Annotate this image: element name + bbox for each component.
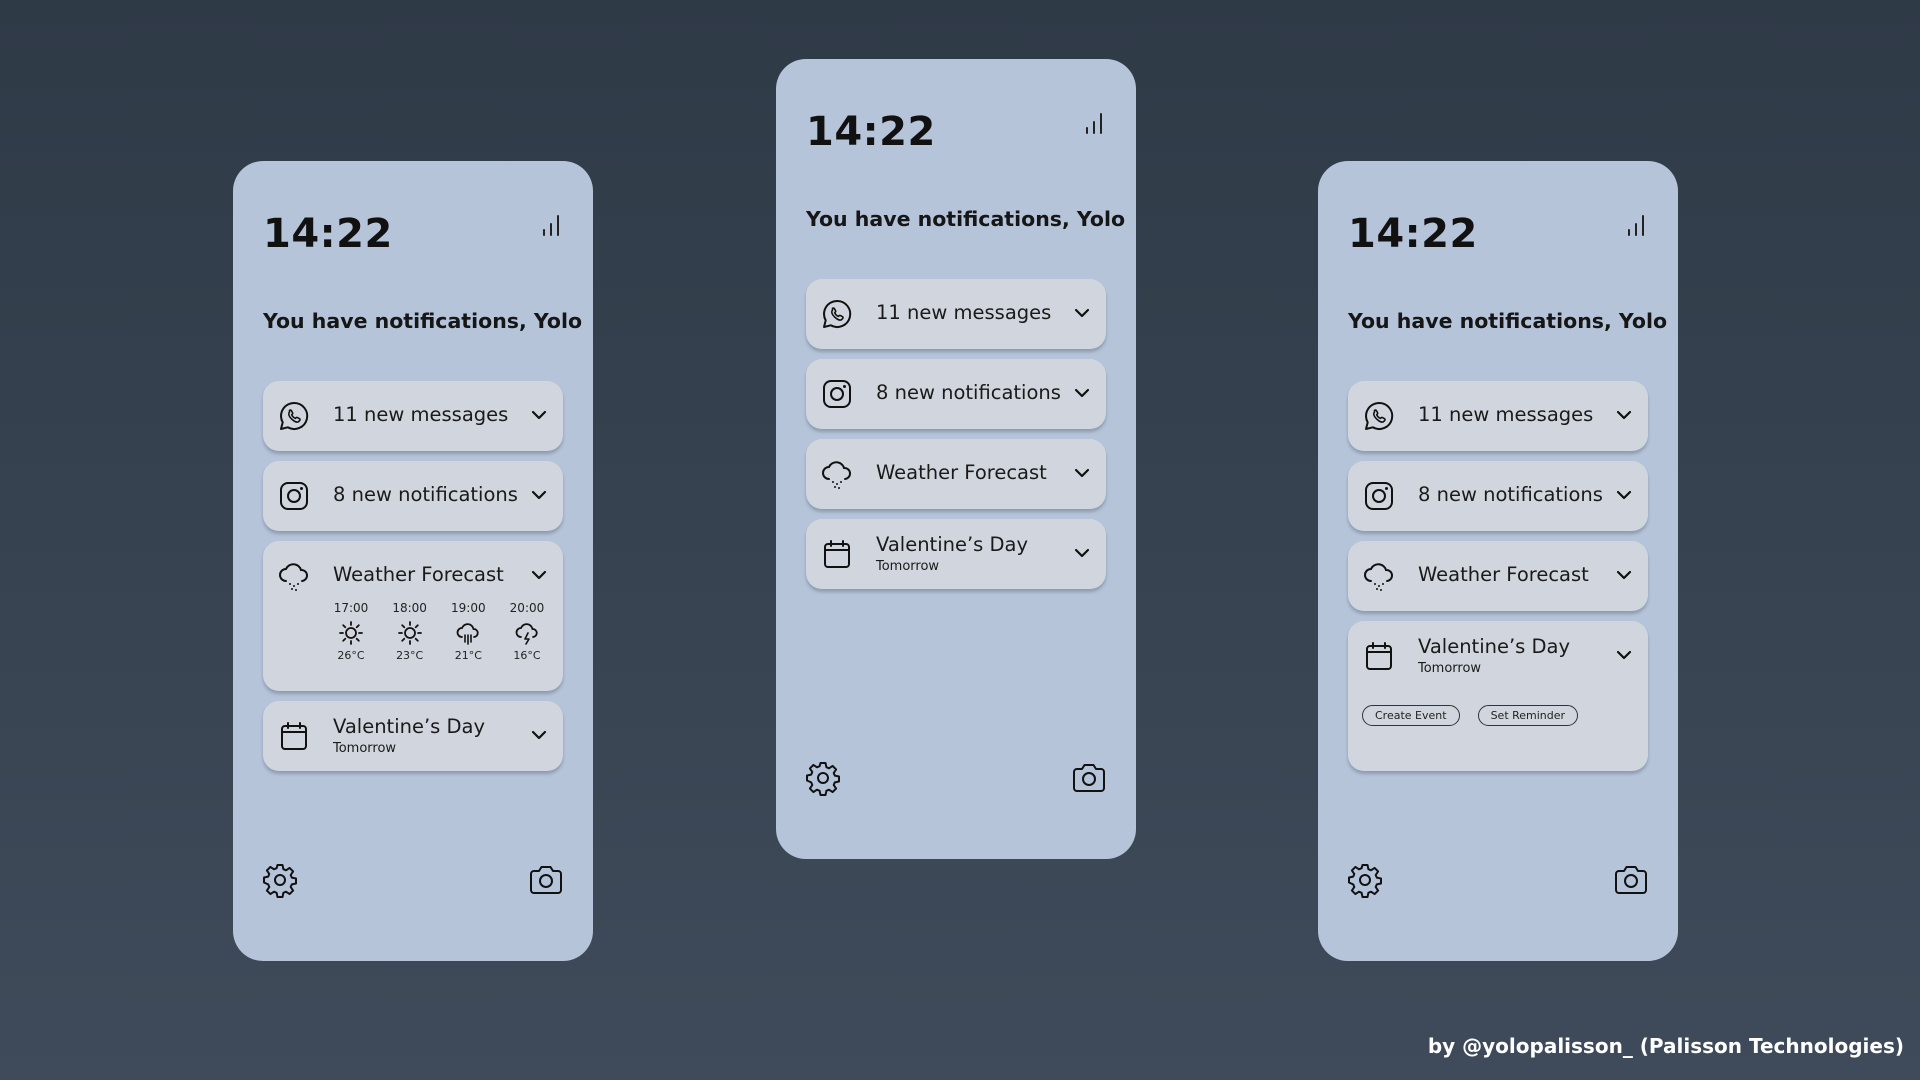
forecast-temp: 16°C [513, 649, 541, 662]
forecast-hour: 18:00 23°C [388, 601, 432, 671]
calendar-icon [1362, 639, 1396, 673]
notifications-label: 8 new notifications [333, 483, 518, 506]
phone-left: 14:22 You have notifications, Yolo 11 ne… [233, 161, 593, 961]
instagram-icon [277, 479, 311, 513]
chevron-down-icon[interactable] [531, 409, 547, 421]
clock: 14:22 [263, 211, 393, 257]
gear-icon[interactable] [804, 759, 842, 797]
notifications-label: 8 new notifications [876, 381, 1061, 404]
phone-center: 14:22 You have notifications, Yolo 11 ne… [776, 59, 1136, 859]
create-event-button[interactable]: Create Event [1362, 705, 1460, 726]
weather-label: Weather Forecast [876, 461, 1047, 484]
gear-icon[interactable] [1346, 861, 1384, 899]
messages-label: 11 new messages [333, 403, 509, 426]
event-label: Valentine’s Day [876, 533, 1029, 556]
chevron-down-icon[interactable] [531, 489, 547, 501]
chevron-down-icon[interactable] [1074, 467, 1090, 479]
camera-icon[interactable] [1070, 759, 1108, 797]
greeting: You have notifications, Yolo [806, 207, 1126, 231]
notification-list: 11 new messages 8 new notifications Weat… [1348, 381, 1648, 781]
cloud-lightning-icon [514, 620, 540, 646]
weather-label: Weather Forecast [333, 563, 504, 586]
cloud-drizzle-icon [277, 559, 311, 593]
forecast-temp: 23°C [396, 649, 424, 662]
weather-card[interactable]: Weather Forecast 17:00 26°C 18:00 23°C 1… [263, 541, 563, 691]
greeting: You have notifications, Yolo [263, 309, 583, 333]
cloud-drizzle-icon [1362, 559, 1396, 593]
messages-card[interactable]: 11 new messages [1348, 381, 1648, 451]
forecast-time: 17:00 [333, 601, 369, 615]
event-subtitle: Tomorrow [333, 741, 397, 756]
messages-card[interactable]: 11 new messages [263, 381, 563, 451]
signal-icon [1084, 111, 1106, 135]
signal-icon [1626, 213, 1648, 237]
instagram-card[interactable]: 8 new notifications [263, 461, 563, 531]
instagram-icon [820, 377, 854, 411]
notification-list: 11 new messages 8 new notifications Weat… [263, 381, 563, 781]
notifications-label: 8 new notifications [1418, 483, 1603, 506]
phone-right: 14:22 You have notifications, Yolo 11 ne… [1318, 161, 1678, 961]
whatsapp-icon [820, 297, 854, 331]
event-actions: Create Event Set Reminder [1362, 705, 1579, 726]
calendar-icon [820, 537, 854, 571]
cloud-rain-icon [455, 620, 481, 646]
forecast-hour: 19:00 21°C [446, 601, 490, 671]
event-card[interactable]: Valentine’s Day Tomorrow Create Event Se… [1348, 621, 1648, 771]
chevron-down-icon[interactable] [1616, 649, 1632, 661]
chevron-down-icon[interactable] [1616, 409, 1632, 421]
event-card[interactable]: Valentine’s Day Tomorrow [806, 519, 1106, 589]
sun-icon [397, 620, 423, 646]
set-reminder-button[interactable]: Set Reminder [1477, 705, 1579, 726]
notification-list: 11 new messages 8 new notifications Weat… [806, 279, 1106, 599]
whatsapp-icon [277, 399, 311, 433]
gear-icon[interactable] [261, 861, 299, 899]
sun-icon [338, 620, 364, 646]
event-subtitle: Tomorrow [1418, 661, 1482, 676]
cloud-drizzle-icon [820, 457, 854, 491]
forecast-temp: 26°C [337, 649, 365, 662]
calendar-icon [277, 719, 311, 753]
forecast-hour: 17:00 26°C [329, 601, 373, 671]
messages-card[interactable]: 11 new messages [806, 279, 1106, 349]
chevron-down-icon[interactable] [531, 569, 547, 581]
chevron-down-icon[interactable] [1074, 307, 1090, 319]
credit-text: by @yolopalisson_ (Palisson Technologies… [1427, 1034, 1904, 1058]
event-subtitle: Tomorrow [876, 559, 940, 574]
chevron-down-icon[interactable] [1616, 569, 1632, 581]
camera-icon[interactable] [1612, 861, 1650, 899]
event-label: Valentine’s Day [1418, 635, 1571, 658]
forecast-temp: 21°C [454, 649, 482, 662]
hourly-forecast: 17:00 26°C 18:00 23°C 19:00 21°C 20:00 1… [329, 601, 549, 671]
camera-icon[interactable] [527, 861, 565, 899]
forecast-time: 20:00 [509, 601, 545, 615]
messages-label: 11 new messages [876, 301, 1052, 324]
event-label: Valentine’s Day [333, 715, 486, 738]
chevron-down-icon[interactable] [1074, 547, 1090, 559]
clock: 14:22 [1348, 211, 1478, 257]
greeting: You have notifications, Yolo [1348, 309, 1668, 333]
instagram-card[interactable]: 8 new notifications [1348, 461, 1648, 531]
chevron-down-icon[interactable] [531, 729, 547, 741]
forecast-time: 18:00 [392, 601, 427, 615]
weather-card[interactable]: Weather Forecast [1348, 541, 1648, 611]
chevron-down-icon[interactable] [1074, 387, 1090, 399]
signal-icon [541, 213, 563, 237]
forecast-time: 19:00 [451, 601, 486, 615]
whatsapp-icon [1362, 399, 1396, 433]
weather-card[interactable]: Weather Forecast [806, 439, 1106, 509]
clock: 14:22 [806, 109, 936, 155]
event-card[interactable]: Valentine’s Day Tomorrow [263, 701, 563, 771]
weather-label: Weather Forecast [1418, 563, 1589, 586]
chevron-down-icon[interactable] [1616, 489, 1632, 501]
instagram-card[interactable]: 8 new notifications [806, 359, 1106, 429]
messages-label: 11 new messages [1418, 403, 1594, 426]
forecast-hour: 20:00 16°C [505, 601, 549, 671]
instagram-icon [1362, 479, 1396, 513]
